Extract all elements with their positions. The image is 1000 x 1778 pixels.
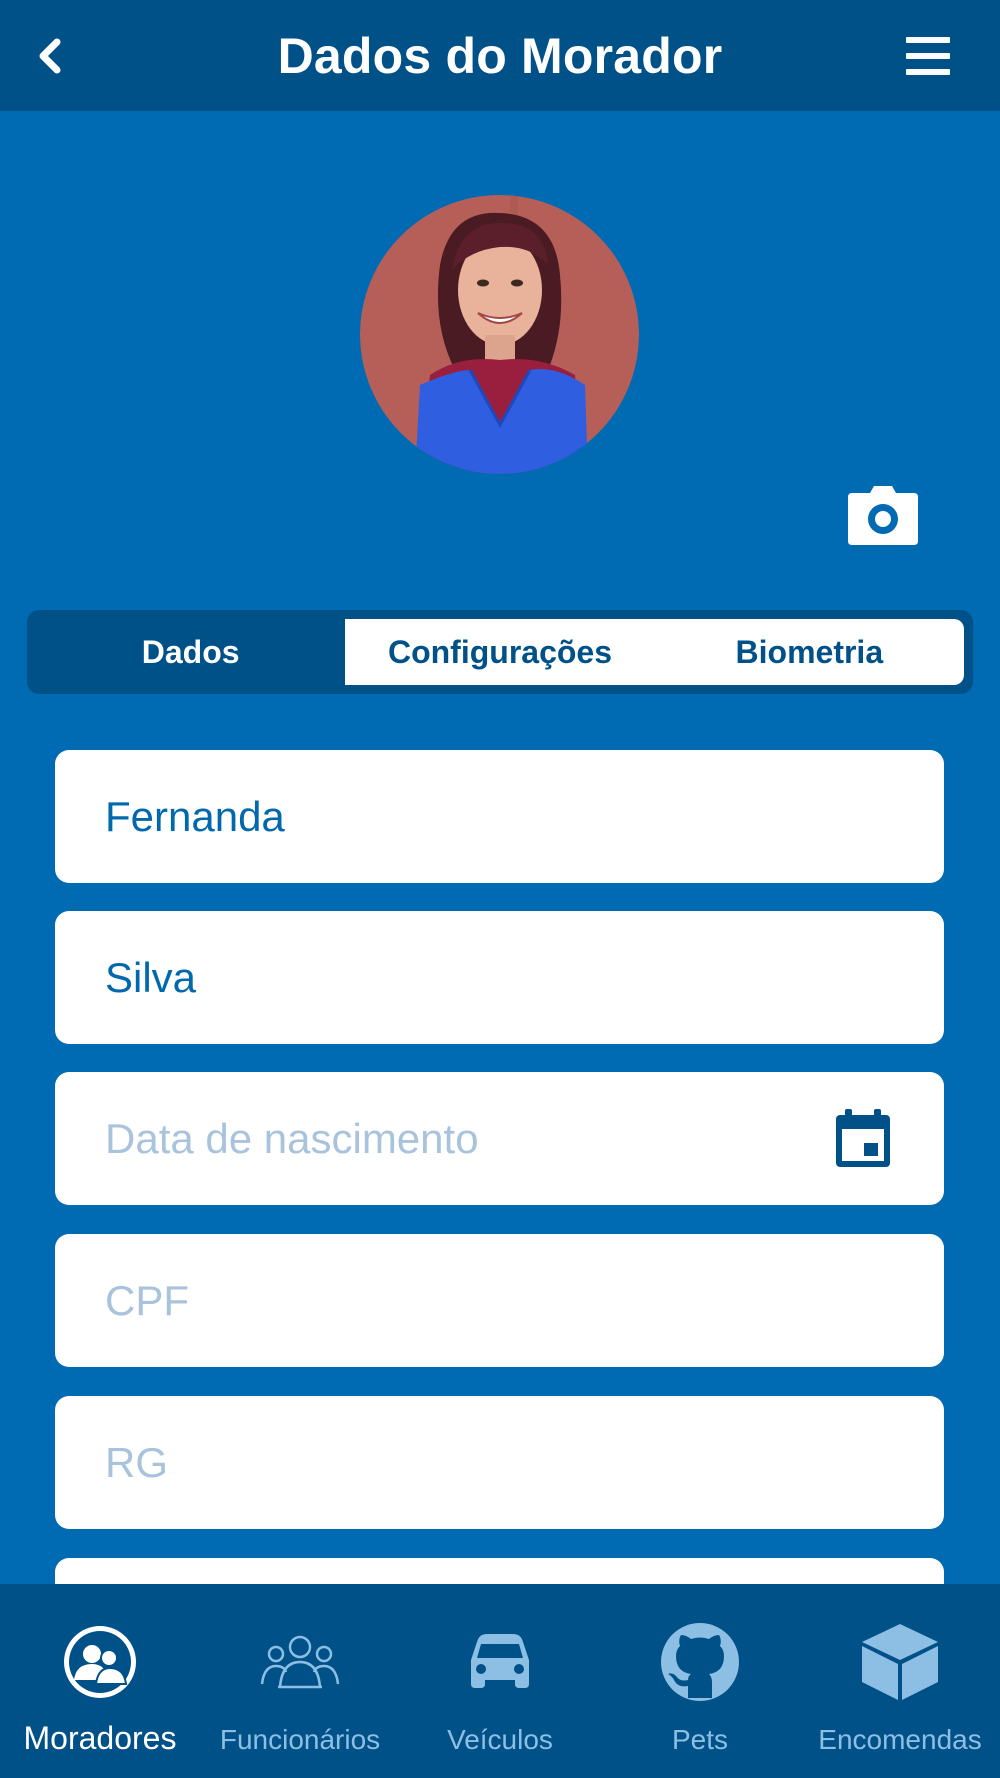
bottom-navigation: Moradores Funcionários Veículos Pets Enc… bbox=[0, 1584, 1000, 1778]
tab-biometria[interactable]: Biometria bbox=[654, 619, 964, 685]
camera-icon bbox=[848, 486, 918, 545]
profile-tabs: Dados Configurações Biometria bbox=[27, 610, 973, 694]
employees-icon bbox=[260, 1635, 340, 1689]
tab-dados[interactable]: Dados bbox=[36, 619, 346, 685]
calendar-icon[interactable] bbox=[834, 1109, 892, 1169]
page-title: Dados do Morador bbox=[277, 27, 723, 84]
hamburger-menu-icon bbox=[906, 37, 950, 75]
last-name-field[interactable] bbox=[55, 911, 944, 1044]
rg-field[interactable] bbox=[55, 1396, 944, 1529]
car-icon bbox=[471, 1634, 529, 1688]
nav-funcionarios[interactable]: Funcionários bbox=[200, 1584, 400, 1778]
chevron-left-icon bbox=[39, 38, 61, 74]
cpf-input[interactable] bbox=[105, 1276, 805, 1325]
app-screen: Dados do Morador Dados Configurações Bio… bbox=[0, 0, 1000, 1778]
residents-icon bbox=[64, 1626, 136, 1698]
first-name-field[interactable] bbox=[55, 750, 944, 883]
nav-label-funcionarios: Funcionários bbox=[219, 1724, 381, 1755]
rg-input[interactable] bbox=[105, 1438, 805, 1487]
first-name-input[interactable] bbox=[105, 792, 805, 841]
github-cat-icon bbox=[661, 1623, 739, 1701]
nav-label-encomendas: Encomendas bbox=[818, 1724, 982, 1755]
menu-button[interactable] bbox=[898, 28, 958, 84]
birth-date-field[interactable] bbox=[55, 1072, 944, 1205]
nav-encomendas[interactable]: Encomendas bbox=[800, 1584, 1000, 1778]
birth-date-input[interactable] bbox=[105, 1114, 805, 1163]
nav-label-moradores: Moradores bbox=[23, 1720, 177, 1756]
nav-label-veiculos: Veículos bbox=[447, 1724, 553, 1755]
package-icon bbox=[862, 1624, 938, 1700]
nav-label-pets: Pets bbox=[671, 1724, 729, 1755]
change-photo-button[interactable] bbox=[846, 485, 920, 547]
nav-veiculos[interactable]: Veículos bbox=[400, 1584, 600, 1778]
last-name-input[interactable] bbox=[105, 953, 805, 1002]
top-app-bar: Dados do Morador bbox=[0, 0, 1000, 111]
nav-moradores[interactable]: Moradores bbox=[0, 1584, 200, 1778]
back-button[interactable] bbox=[22, 28, 78, 84]
resident-photo bbox=[360, 195, 639, 474]
nav-pets[interactable]: Pets bbox=[600, 1584, 800, 1778]
tab-configuracoes[interactable]: Configurações bbox=[345, 619, 655, 685]
cpf-field[interactable] bbox=[55, 1234, 944, 1367]
